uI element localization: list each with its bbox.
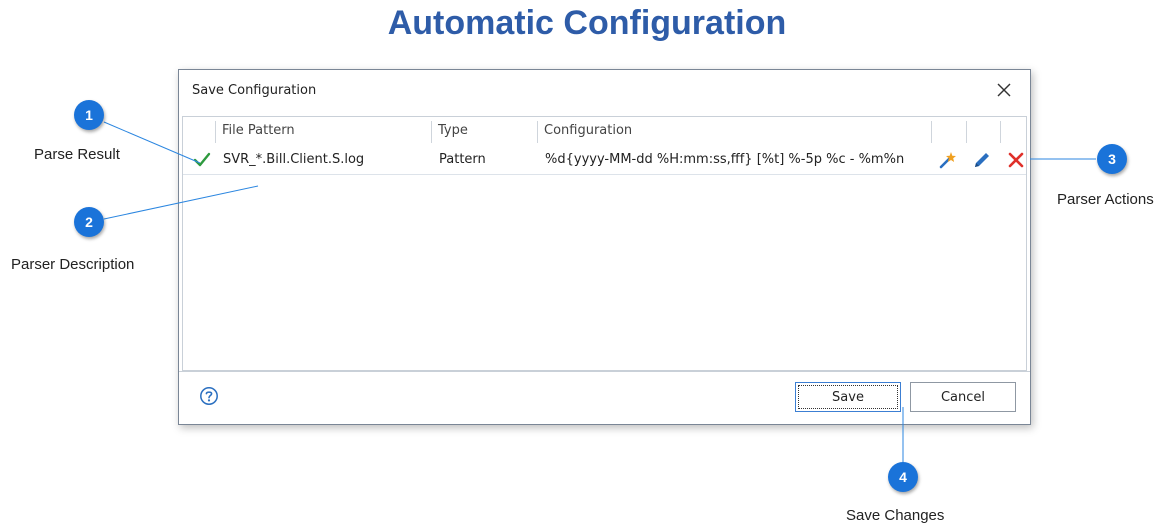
table-row[interactable]: SVR_*.Bill.Client.S.log Pattern %d{yyyy-… — [183, 145, 1026, 175]
dialog-title: Save Configuration — [192, 83, 317, 98]
callout-label-save-changes: Save Changes — [846, 507, 945, 524]
configuration-cell: %d{yyyy-MM-dd %H:mm:ss,fff} [%t] %-5p %c… — [545, 152, 905, 167]
close-button[interactable] — [992, 78, 1016, 102]
cancel-button[interactable]: Cancel — [910, 382, 1016, 412]
save-button[interactable]: Save — [795, 382, 901, 412]
wand-icon[interactable] — [938, 151, 956, 169]
footer-divider — [179, 371, 1030, 372]
callout-badge-2: 2 — [74, 207, 104, 237]
column-separator — [931, 121, 932, 143]
callout-label-parser-actions: Parser Actions — [1057, 191, 1154, 208]
close-icon — [997, 83, 1011, 97]
configuration-grid: File Pattern Type Configuration SVR_*.Bi… — [182, 116, 1027, 371]
callout-badge-4: 4 — [888, 462, 918, 492]
type-cell: Pattern — [439, 152, 486, 167]
callout-label-parse-result: Parse Result — [34, 146, 120, 163]
callout-badge-1: 1 — [74, 100, 104, 130]
column-separator — [966, 121, 967, 143]
check-icon — [193, 152, 211, 167]
save-configuration-dialog: Save Configuration File Pattern Type Con… — [178, 69, 1031, 425]
delete-icon[interactable] — [1007, 151, 1025, 169]
page-title: Automatic Configuration — [387, 4, 787, 42]
callout-label-parser-description: Parser Description — [11, 256, 135, 273]
column-header-configuration[interactable]: Configuration — [538, 117, 928, 145]
help-icon[interactable] — [199, 386, 219, 406]
column-separator — [1000, 121, 1001, 143]
file-pattern-cell: SVR_*.Bill.Client.S.log — [223, 152, 365, 167]
column-header-type[interactable]: Type — [432, 117, 537, 145]
callout-badge-3: 3 — [1097, 144, 1127, 174]
pencil-icon[interactable] — [973, 151, 991, 169]
column-header-file-pattern[interactable]: File Pattern — [216, 117, 431, 145]
grid-header: File Pattern Type Configuration — [183, 117, 1026, 145]
